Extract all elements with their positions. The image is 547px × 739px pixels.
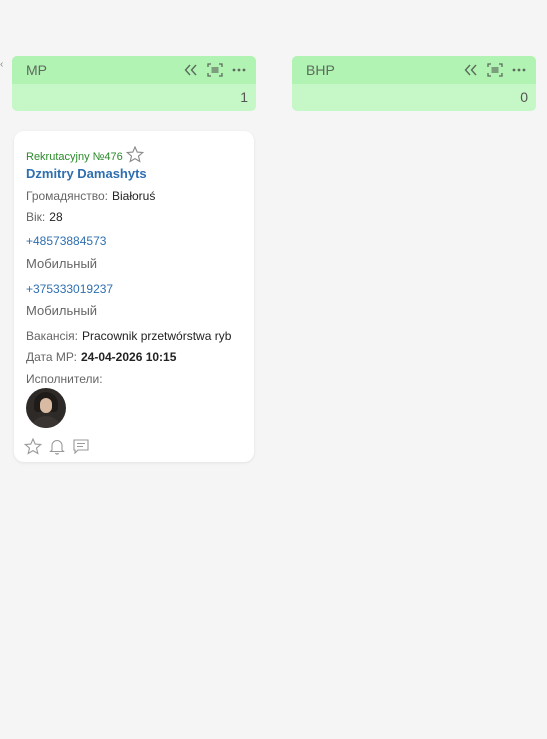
phone-type-1: Мобильный xyxy=(26,256,98,271)
citizenship-row: Громадянство: Białoruś xyxy=(26,189,155,203)
column-count: 0 xyxy=(520,89,528,105)
column-title: МР xyxy=(26,62,47,78)
edge-mark: ‹ xyxy=(0,59,4,70)
more-icon[interactable] xyxy=(232,68,246,72)
avatar-face xyxy=(40,398,52,413)
column-count: 1 xyxy=(240,89,248,105)
recruitment-number[interactable]: Rekrutacyjny №476 xyxy=(26,151,123,163)
card-actions xyxy=(23,437,90,460)
age-row: Вік: 28 xyxy=(26,210,63,224)
phone-number-1[interactable]: +48573884573 xyxy=(26,234,106,248)
bell-icon[interactable] xyxy=(48,438,66,460)
age-value: 28 xyxy=(49,210,63,224)
citizenship-value: Białoruś xyxy=(111,189,156,203)
star-icon[interactable] xyxy=(23,437,43,460)
phone-type-2: Мобильный xyxy=(26,303,98,318)
favorite-star-icon[interactable] xyxy=(125,145,144,168)
assignees-label: Исполнители: xyxy=(26,372,103,386)
vacancy-link[interactable]: Pracownik przetwórstwa ryb xyxy=(82,329,231,343)
comment-icon[interactable] xyxy=(72,438,90,460)
age-label: Вік: xyxy=(26,210,46,224)
candidate-card[interactable]: Rekrutacyjny №476 Dzmitry Damashyts Гром… xyxy=(14,131,254,462)
phone-number-2[interactable]: +375333019237 xyxy=(26,282,113,296)
scan-icon[interactable] xyxy=(487,63,503,77)
date-label: Дата МР: xyxy=(26,350,77,364)
candidate-name[interactable]: Dzmitry Damashyts xyxy=(26,166,147,181)
recruitment-line: Rekrutacyjny №476 xyxy=(26,145,144,168)
date-value: 24-04-2026 10:15 xyxy=(80,350,177,364)
date-row: Дата МР: 24-04-2026 10:15 xyxy=(26,350,176,364)
avatar[interactable] xyxy=(26,388,66,428)
avatar-body xyxy=(30,416,62,428)
scan-icon[interactable] xyxy=(207,63,223,77)
column-header-mp: МР 1 xyxy=(12,56,256,111)
citizenship-label: Громадянство: xyxy=(26,189,108,203)
collapse-left-icon[interactable] xyxy=(184,64,198,76)
column-header-bhp: ВНР 0 xyxy=(292,56,536,111)
vacancy-label: Вакансія: xyxy=(26,329,78,343)
vacancy-row: Вакансія: Pracownik przetwórstwa ryb xyxy=(26,329,231,343)
collapse-left-icon[interactable] xyxy=(464,64,478,76)
more-icon[interactable] xyxy=(512,68,526,72)
column-title: ВНР xyxy=(306,62,335,78)
